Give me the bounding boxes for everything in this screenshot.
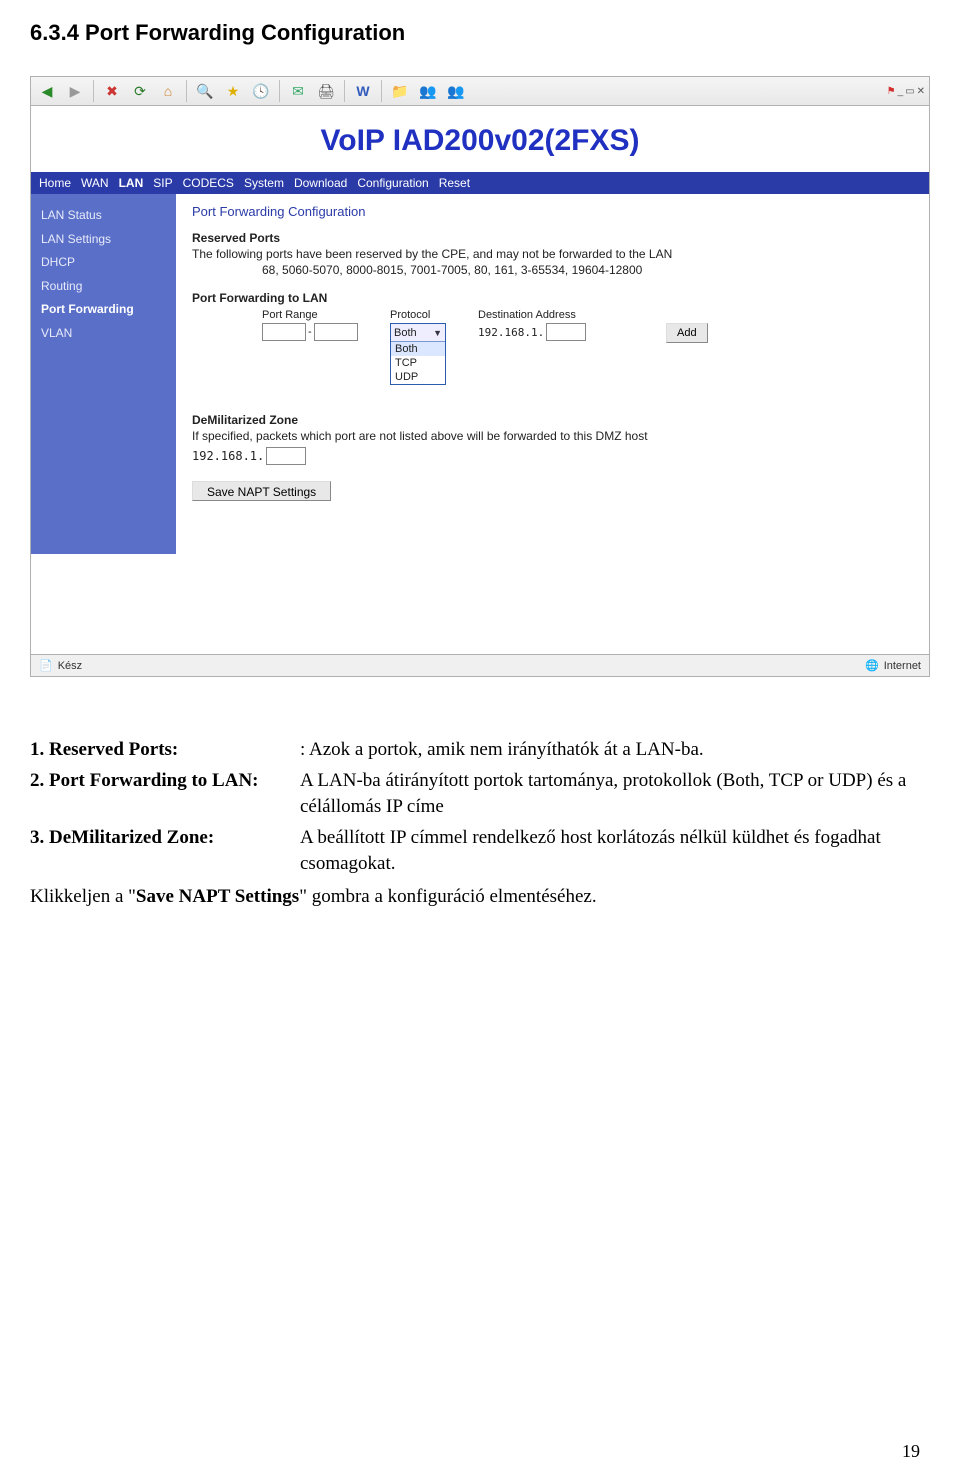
home-icon[interactable]: ⌂ (156, 79, 180, 103)
protocol-select[interactable]: Both ▼ Both TCP UDP (390, 323, 446, 385)
desc-save-line: Klikkeljen a "Save NAPT Settings" gombra… (30, 884, 930, 911)
destination-last-octet-input[interactable] (546, 323, 586, 341)
dmz-prefix: 192.168.1. (192, 449, 264, 463)
window-controls: ⚑ _ ▭ ✕ (887, 86, 925, 97)
nav-wan[interactable]: WAN (81, 176, 109, 190)
sidebar-item-port-forwarding[interactable]: Port Forwarding (31, 298, 176, 322)
zone-text: Internet (884, 660, 921, 672)
sidebar-item-lan-settings[interactable]: LAN Settings (31, 228, 176, 252)
save-napt-button[interactable]: Save NAPT Settings (192, 481, 331, 501)
section-title: 6.3.4 Port Forwarding Configuration (30, 20, 930, 46)
protocol-selected: Both (394, 327, 417, 339)
port-from-input[interactable] (262, 323, 306, 341)
description-block: 1. Reserved Ports: : Azok a portok, amik… (30, 737, 930, 911)
add-button[interactable]: Add (666, 323, 708, 343)
port-to-input[interactable] (314, 323, 358, 341)
dmz-text: If specified, packets which port are not… (192, 429, 913, 443)
dmz-heading: DeMilitarized Zone (192, 413, 913, 427)
dmz-last-octet-input[interactable] (266, 447, 306, 465)
status-text: Kész (58, 660, 82, 672)
toolbar-separator (279, 80, 280, 102)
desc-label-2: 2. Port Forwarding to LAN: (30, 768, 300, 821)
nav-sip[interactable]: SIP (153, 176, 172, 190)
chevron-down-icon: ▼ (433, 328, 442, 338)
col-port-range: Port Range (262, 309, 372, 321)
reserved-ports-text: The following ports have been reserved b… (192, 247, 913, 261)
nav-configuration[interactable]: Configuration (357, 176, 428, 190)
messenger-icon[interactable]: 👥 (416, 79, 440, 103)
col-protocol: Protocol (390, 309, 460, 321)
desc-label-3: 3. DeMilitarized Zone: (30, 825, 300, 878)
reserved-ports-values: 68, 5060-5070, 8000-8015, 7001-7005, 80,… (262, 263, 913, 277)
toolbar-separator (344, 80, 345, 102)
zone-internet-icon: 🌐 (865, 659, 879, 672)
print-icon[interactable]: 🖨 (314, 79, 338, 103)
nav-system[interactable]: System (244, 176, 284, 190)
nav-reset[interactable]: Reset (439, 176, 470, 190)
mail-icon[interactable]: ✉ (286, 79, 310, 103)
sidebar-item-routing[interactable]: Routing (31, 275, 176, 299)
toolbar-separator (381, 80, 382, 102)
nav-codecs[interactable]: CODECS (183, 176, 234, 190)
page-number: 19 (902, 1441, 920, 1462)
desc-text-3: A beállított IP címmel rendelkező host k… (300, 825, 930, 878)
word-icon[interactable]: W (351, 79, 375, 103)
nav-home[interactable]: Home (39, 176, 71, 190)
back-icon[interactable]: ◀ (35, 79, 59, 103)
windows-flag-icon: ⚑ (887, 86, 896, 97)
nav-download[interactable]: Download (294, 176, 347, 190)
top-nav: Home WAN LAN SIP CODECS System Download … (31, 172, 929, 194)
sidebar: LAN Status LAN Settings DHCP Routing Por… (31, 194, 176, 554)
folder-icon[interactable]: 📁 (388, 79, 412, 103)
history-icon[interactable]: 🕓 (249, 79, 273, 103)
content-title: Port Forwarding Configuration (192, 204, 913, 219)
forward-icon[interactable]: ▶ (63, 79, 87, 103)
toolbar-separator (186, 80, 187, 102)
toolbar-separator (93, 80, 94, 102)
router-ui: VoIP IAD200v02(2FXS) Home WAN LAN SIP CO… (30, 106, 930, 677)
protocol-option-tcp[interactable]: TCP (391, 356, 445, 370)
range-dash: - (308, 326, 312, 338)
search-icon[interactable]: 🔍 (193, 79, 217, 103)
window-minimize-icon[interactable]: _ (898, 86, 904, 97)
messenger2-icon[interactable]: 👥 (444, 79, 468, 103)
col-destination: Destination Address (478, 309, 648, 321)
port-forwarding-heading: Port Forwarding to LAN (192, 291, 913, 305)
desc-label-1: 1. Reserved Ports: (30, 737, 300, 764)
favorites-icon[interactable]: ★ (221, 79, 245, 103)
desc-text-1: : Azok a portok, amik nem irányíthatók á… (300, 737, 930, 764)
refresh-icon[interactable]: ⟳ (128, 79, 152, 103)
sidebar-item-vlan[interactable]: VLAN (31, 322, 176, 346)
window-restore-icon[interactable]: ▭ (905, 86, 914, 97)
protocol-option-udp[interactable]: UDP (391, 370, 445, 384)
nav-lan[interactable]: LAN (119, 176, 144, 190)
stop-icon[interactable]: ✖ (100, 79, 124, 103)
sidebar-item-dhcp[interactable]: DHCP (31, 251, 176, 275)
reserved-ports-heading: Reserved Ports (192, 231, 913, 245)
desc-text-2: A LAN-ba átirányított portok tartománya,… (300, 768, 930, 821)
browser-toolbar: ◀ ▶ ✖ ⟳ ⌂ 🔍 ★ 🕓 ✉ 🖨 W 📁 👥 👥 ⚑ _ ▭ ✕ (30, 76, 930, 106)
window-close-icon[interactable]: ✕ (917, 86, 925, 97)
status-page-icon: 📄 (39, 659, 53, 672)
destination-prefix: 192.168.1. (478, 326, 544, 339)
browser-statusbar: 📄 Kész 🌐 Internet (31, 654, 929, 676)
protocol-option-both[interactable]: Both (391, 342, 445, 356)
sidebar-item-lan-status[interactable]: LAN Status (31, 204, 176, 228)
content-panel: Port Forwarding Configuration Reserved P… (176, 194, 929, 554)
device-title: VoIP IAD200v02(2FXS) (31, 106, 929, 172)
